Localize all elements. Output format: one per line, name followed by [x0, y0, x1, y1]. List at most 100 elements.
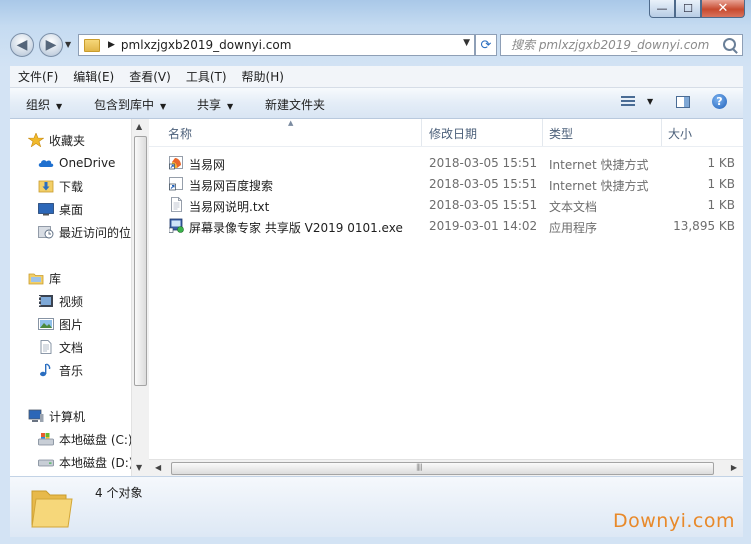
menu-help[interactable]: 帮助(H) — [234, 68, 291, 85]
menu-file[interactable]: 文件(F) — [10, 68, 65, 85]
nav-label: 图片 — [59, 317, 84, 332]
nav-item-onedrive[interactable]: OneDrive — [38, 153, 115, 173]
scroll-left-icon[interactable]: ◀ — [155, 463, 161, 472]
scroll-right-icon[interactable]: ▶ — [731, 463, 737, 472]
column-divider[interactable] — [661, 119, 662, 146]
nav-item-desktop[interactable]: 桌面 — [38, 199, 83, 219]
file-list-horizontal-scrollbar[interactable]: ◀ |||| ▶ — [149, 459, 743, 477]
dropdown-arrow-icon: ▼ — [160, 102, 167, 111]
nav-item-recent[interactable]: 最近访问的位置 — [38, 222, 143, 242]
computer-icon — [28, 409, 44, 423]
address-bar[interactable]: ▶ pmlxzjgxb2019_downyi.com ▼ — [78, 34, 475, 56]
file-row[interactable]: 当易网说明.txt 2018-03-05 15:51 文本文档 1 KB — [149, 195, 743, 215]
file-size: 13,895 KB — [673, 219, 735, 233]
nav-label: 本地磁盘 (C:) — [59, 432, 133, 447]
column-name[interactable]: 名称 — [168, 125, 192, 142]
nav-item-videos[interactable]: 视频 — [38, 291, 83, 311]
preview-pane-icon[interactable] — [676, 96, 690, 108]
library-icon — [28, 271, 44, 285]
file-row[interactable]: 屏幕录像专家 共享版 V2019 0101.exe 2019-03-01 14:… — [149, 216, 743, 236]
column-divider[interactable] — [421, 119, 422, 146]
nav-label: 本地磁盘 (D:) — [59, 455, 134, 470]
nav-label: 计算机 — [49, 409, 86, 424]
minimize-icon: — — [656, 2, 668, 15]
cloud-icon — [38, 156, 54, 170]
nav-item-music[interactable]: 音乐 — [38, 360, 83, 380]
music-icon — [38, 363, 54, 377]
folder-icon — [84, 38, 100, 52]
internet-shortcut-icon — [169, 155, 184, 170]
nav-label: 库 — [49, 271, 62, 286]
window-controls: — ☐ ✕ — [649, 0, 745, 20]
refresh-button[interactable]: ⟳ — [475, 34, 497, 56]
new-folder-button[interactable]: 新建文件夹 — [265, 96, 325, 113]
nav-item-pictures[interactable]: 图片 — [38, 314, 83, 334]
menu-tools[interactable]: 工具(T) — [178, 68, 234, 85]
help-icon[interactable]: ? — [712, 94, 727, 109]
nav-pane-scrollbar[interactable]: ▲ ▼ — [131, 119, 149, 476]
column-divider[interactable] — [542, 119, 543, 146]
view-options-dropdown-icon[interactable]: ▼ — [647, 97, 653, 106]
nav-item-favorites[interactable]: 收藏夹 — [27, 130, 85, 150]
large-folder-icon — [28, 483, 76, 531]
file-list: ▲ 名称 修改日期 类型 大小 当易网 2018-03-05 15:51 Int… — [149, 119, 743, 476]
nav-item-drive-d[interactable]: 本地磁盘 (D:) — [38, 452, 133, 472]
star-icon — [27, 132, 45, 148]
file-size: 1 KB — [707, 198, 735, 212]
view-options-icon[interactable] — [621, 96, 635, 109]
file-name: 屏幕录像专家 共享版 V2019 0101.exe — [189, 221, 403, 235]
pictures-icon — [38, 317, 54, 331]
forward-button[interactable]: ▶ — [39, 33, 63, 57]
search-icon[interactable] — [723, 38, 736, 51]
file-modified: 2018-03-05 15:51 — [429, 156, 538, 170]
scrollbar-thumb[interactable] — [134, 136, 147, 386]
scroll-down-icon[interactable]: ▼ — [136, 463, 142, 472]
file-type: Internet 快捷方式 — [549, 179, 649, 193]
scrollbar-grip-icon: |||| — [416, 463, 423, 471]
menu-bar: 文件(F) 编辑(E) 查看(V) 工具(T) 帮助(H) — [10, 66, 743, 88]
nav-item-drive-c[interactable]: 本地磁盘 (C:) — [38, 429, 133, 449]
scroll-up-icon[interactable]: ▲ — [136, 122, 142, 131]
item-count: 4 个对象 — [95, 486, 143, 500]
navigation-bar: ◀ ▶ ▼ ▶ pmlxzjgxb2019_downyi.com ▼ ⟳ — [10, 31, 743, 59]
recent-pages-dropdown[interactable]: ▼ — [65, 40, 73, 50]
scrollbar-thumb[interactable] — [171, 462, 714, 475]
include-library-button[interactable]: 包含到库中 ▼ — [94, 96, 166, 113]
share-button[interactable]: 共享 ▼ — [197, 96, 233, 113]
column-modified[interactable]: 修改日期 — [429, 125, 477, 142]
video-icon — [38, 294, 54, 308]
downloads-folder-icon — [38, 179, 54, 193]
menu-edit[interactable]: 编辑(E) — [65, 68, 121, 85]
column-size[interactable]: 大小 — [668, 125, 692, 142]
file-row[interactable]: 当易网 2018-03-05 15:51 Internet 快捷方式 1 KB — [149, 153, 743, 173]
search-input[interactable] — [509, 37, 723, 53]
back-button[interactable]: ◀ — [10, 33, 34, 57]
text-file-icon — [169, 197, 184, 212]
close-button[interactable]: ✕ — [701, 0, 745, 18]
column-type[interactable]: 类型 — [549, 125, 573, 142]
file-modified: 2019-03-01 14:02 — [429, 219, 538, 233]
nav-label: 音乐 — [59, 363, 84, 378]
nav-item-computer[interactable]: 计算机 — [28, 406, 85, 426]
menu-view[interactable]: 查看(V) — [121, 68, 178, 85]
nav-item-documents[interactable]: 文档 — [38, 337, 83, 357]
column-headers: ▲ 名称 修改日期 类型 大小 — [149, 119, 743, 147]
address-path[interactable]: pmlxzjgxb2019_downyi.com — [121, 38, 292, 52]
file-modified: 2018-03-05 15:51 — [429, 177, 538, 191]
share-label: 共享 — [197, 98, 222, 112]
file-type: Internet 快捷方式 — [549, 158, 649, 172]
organize-button[interactable]: 组织 ▼ — [26, 96, 62, 113]
shortcut-icon — [169, 176, 184, 191]
file-name: 当易网 — [189, 158, 226, 172]
file-row[interactable]: 当易网百度搜索 2018-03-05 15:51 Internet 快捷方式 1… — [149, 174, 743, 194]
breadcrumb-chevron-icon[interactable]: ▶ — [108, 40, 115, 50]
recent-places-icon — [38, 225, 54, 239]
explorer-window: — ☐ ✕ ◀ ▶ ▼ ▶ pmlxzjgxb2019_downyi.com ▼… — [0, 0, 751, 544]
nav-item-downloads[interactable]: 下载 — [38, 176, 83, 196]
minimize-button[interactable]: — — [649, 0, 675, 18]
file-size: 1 KB — [707, 156, 735, 170]
maximize-button[interactable]: ☐ — [675, 0, 701, 18]
address-dropdown-icon[interactable]: ▼ — [463, 38, 470, 48]
organize-label: 组织 — [26, 98, 51, 112]
nav-item-libraries[interactable]: 库 — [28, 268, 61, 288]
